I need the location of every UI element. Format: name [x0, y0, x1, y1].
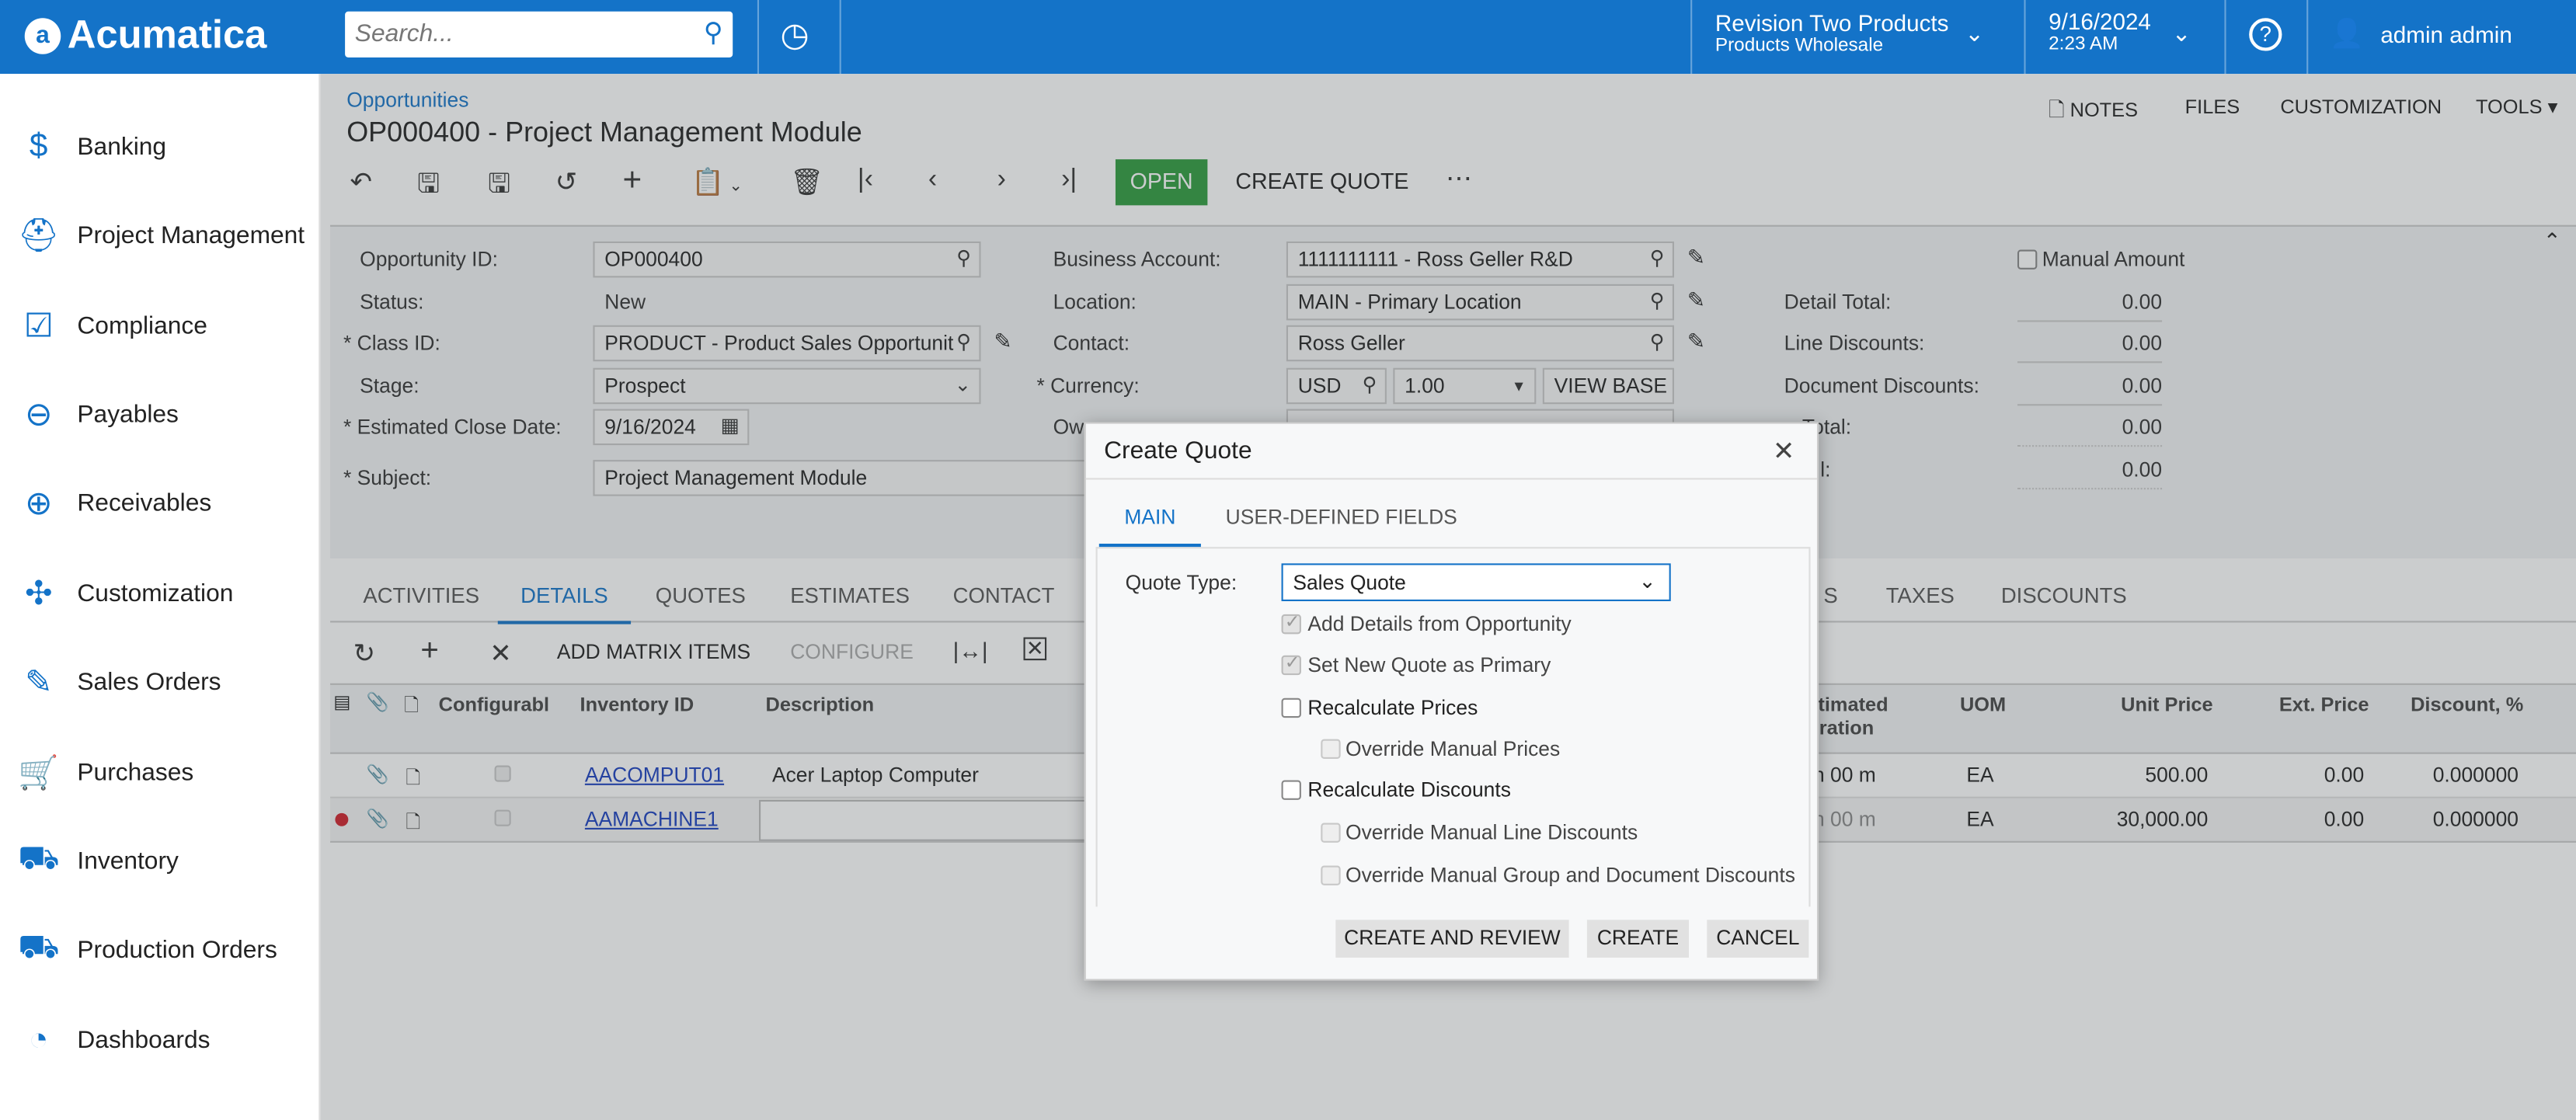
sidebar-item-inventory[interactable]: ⛟ Inventory: [0, 836, 320, 885]
create-button[interactable]: CREATE: [1586, 920, 1690, 958]
divider: [757, 0, 760, 75]
value: Sales Quote: [1293, 571, 1406, 595]
override-manual-prices-checkbox: [1321, 739, 1341, 760]
sidebar-label: Purchases: [77, 757, 194, 786]
chevron-down-icon: ⌄: [1638, 569, 1656, 593]
sidebar-item-receivables[interactable]: ⊕ Receivables: [0, 478, 320, 527]
puzzle-icon: ✣: [24, 576, 53, 612]
sidebar-label: Inventory: [77, 847, 179, 875]
sidebar-item-purchases[interactable]: 🛒 Purchases: [0, 747, 320, 796]
sidebar: $ Banking ⛑ Project Management ☑ Compliance…: [0, 74, 321, 1120]
search-icon[interactable]: ⚲: [704, 16, 723, 49]
recalculate-discounts-checkbox[interactable]: [1281, 780, 1301, 800]
sidebar-label: Project Management: [77, 221, 305, 249]
divider: [2306, 0, 2309, 75]
divider: [2024, 0, 2026, 75]
recalculate-prices-label[interactable]: Recalculate Prices: [1307, 697, 1478, 720]
sidebar-label: Compliance: [77, 311, 207, 339]
chevron-down-icon[interactable]: ⌄: [1965, 19, 1984, 47]
set-primary-checkbox: [1281, 652, 1301, 676]
sidebar-label: Receivables: [77, 489, 212, 517]
sidebar-label: Production Orders: [77, 935, 277, 964]
logo-icon: a: [24, 18, 61, 54]
business-date: 9/16/2024: [2049, 8, 2151, 35]
company-selector[interactable]: Revision Two Products Products Wholesale: [1715, 10, 1949, 56]
gauge-icon: ◔: [28, 1021, 49, 1057]
cancel-button[interactable]: CANCEL: [1707, 920, 1809, 958]
sidebar-item-banking[interactable]: $ Banking: [0, 121, 320, 170]
sidebar-label: Sales Orders: [77, 667, 221, 696]
sidebar-item-project-management[interactable]: ⛑ Project Management: [0, 210, 320, 259]
checklist-icon: ☑: [23, 308, 54, 345]
close-icon[interactable]: ✕: [1773, 435, 1794, 468]
business-time: 2:23 AM: [2049, 34, 2118, 54]
sidebar-label: Customization: [77, 579, 234, 607]
plus-circle-icon: ⊕: [24, 485, 53, 522]
dollar-icon: $: [29, 127, 48, 164]
create-and-review-button[interactable]: CREATE AND REVIEW: [1335, 920, 1569, 958]
history-icon[interactable]: ◷: [781, 15, 809, 56]
set-primary-label: Set New Quote as Primary: [1307, 653, 1551, 677]
divider: [1690, 0, 1693, 75]
sidebar-label: Banking: [77, 132, 167, 161]
branch-name: Products Wholesale: [1714, 36, 1884, 56]
minus-circle-icon: ⊖: [24, 396, 53, 433]
user-menu[interactable]: admin admin: [2380, 21, 2512, 47]
add-details-label: Add Details from Opportunity: [1307, 612, 1572, 636]
top-bar: a Acumatica Search... ⚲ ◷ Revision Two Pro…: [0, 0, 2576, 75]
add-details-checkbox: [1281, 611, 1301, 635]
sidebar-item-compliance[interactable]: ☑ Compliance: [0, 301, 320, 350]
cart-icon: 🛒: [18, 754, 60, 791]
override-group-doc-discounts-label: Override Manual Group and Document Disco…: [1345, 864, 1795, 887]
override-manual-prices-label: Override Manual Prices: [1345, 737, 1561, 761]
tab-main[interactable]: MAIN: [1098, 506, 1201, 548]
sidebar-label: Payables: [77, 399, 179, 428]
create-quote-dialog: Create Quote ✕ MAIN USER-DEFINED FIELDS …: [1084, 422, 1819, 981]
quote-type-label: Quote Type:: [1125, 571, 1238, 595]
quote-type-select[interactable]: Sales Quote ⌄: [1281, 563, 1671, 602]
search-input[interactable]: Search... ⚲: [345, 11, 733, 58]
override-line-discounts-checkbox: [1321, 823, 1341, 843]
override-group-doc-discounts-checkbox: [1321, 865, 1341, 885]
edit-icon: ✎: [24, 664, 53, 701]
search-placeholder: Search...: [354, 19, 454, 48]
user-icon: 👤: [2329, 18, 2365, 50]
logo[interactable]: a Acumatica: [24, 12, 267, 59]
recalculate-discounts-label[interactable]: Recalculate Discounts: [1307, 778, 1511, 802]
help-icon[interactable]: ?: [2249, 18, 2282, 51]
sidebar-item-production-orders[interactable]: ⛟ Production Orders: [0, 925, 320, 974]
sidebar-item-payables[interactable]: ⊖ Payables: [0, 389, 320, 438]
sidebar-item-dashboards[interactable]: ◔ Dashboards: [0, 1015, 320, 1064]
tab-user-defined-fields[interactable]: USER-DEFINED FIELDS: [1226, 506, 1457, 529]
chevron-down-icon[interactable]: ⌄: [2172, 19, 2191, 47]
divider: [2224, 0, 2226, 75]
override-line-discounts-label: Override Manual Line Discounts: [1345, 821, 1638, 845]
sidebar-item-customization[interactable]: ✣ Customization: [0, 569, 320, 617]
sidebar-label: Dashboards: [77, 1025, 211, 1054]
date-selector[interactable]: 9/16/2024 2:23 AM: [2049, 9, 2151, 54]
divider: [1085, 478, 1817, 480]
divider: [839, 0, 841, 75]
company-name: Revision Two Products: [1714, 9, 1949, 37]
recalculate-prices-checkbox[interactable]: [1281, 697, 1301, 718]
truck-icon: ⛟: [18, 840, 60, 877]
truck-icon: ⛟: [18, 928, 60, 965]
dialog-title: Create Quote: [1104, 437, 1252, 465]
dialog-content: Quote Type: Sales Quote ⌄ Add Details fro…: [1095, 547, 1811, 907]
sidebar-item-sales-orders[interactable]: ✎ Sales Orders: [0, 657, 320, 706]
logo-text: Acumatica: [67, 12, 267, 58]
worker-icon: ⛑: [17, 217, 60, 254]
